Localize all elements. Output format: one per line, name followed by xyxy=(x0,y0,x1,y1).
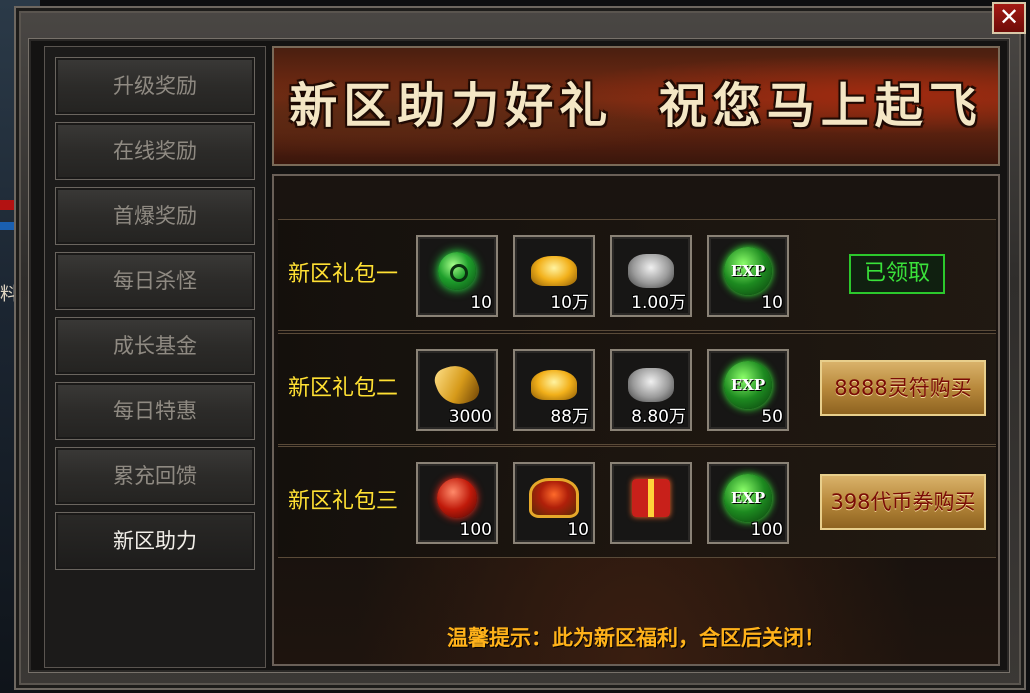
item-slot[interactable]: 100 xyxy=(416,462,498,544)
silver-ore-icon xyxy=(628,368,674,403)
gift-box-icon xyxy=(632,479,670,518)
sidebar-item-first-drop-reward[interactable]: 首爆奖励 xyxy=(55,187,255,245)
item-count: 88万 xyxy=(550,407,589,427)
item-slot[interactable]: 10 xyxy=(513,462,595,544)
red-orb-icon xyxy=(437,478,477,519)
buy-pack-2-button[interactable]: 8888灵符购买 xyxy=(820,360,986,416)
close-button[interactable]: ✕ xyxy=(992,2,1026,34)
item-count: 100 xyxy=(459,520,492,540)
item-slot[interactable]: EXP 100 xyxy=(707,462,789,544)
sidebar-item-daily-kill[interactable]: 每日杀怪 xyxy=(55,252,255,310)
item-slot[interactable]: 10万 xyxy=(513,235,595,317)
sidebar: 升级奖励 在线奖励 首爆奖励 每日杀怪 成长基金 每日特惠 累充回馈 新区助力 xyxy=(44,46,266,668)
item-count: 8.80万 xyxy=(631,407,686,427)
sidebar-item-growth-fund[interactable]: 成长基金 xyxy=(55,317,255,375)
exp-orb-icon: EXP xyxy=(724,361,772,410)
exp-orb-icon: EXP xyxy=(724,474,772,523)
warm-tip-text: 温馨提示：此为新区福利，合区后关闭！ xyxy=(447,626,825,650)
item-slot[interactable]: EXP 50 xyxy=(707,349,789,431)
banner: 新区助力好礼 祝您马上起飞 xyxy=(272,46,1000,166)
sidebar-item-new-server-boost[interactable]: 新区助力 xyxy=(55,512,255,570)
sidebar-item-recharge-reward[interactable]: 累充回馈 xyxy=(55,447,255,505)
sidebar-item-level-reward[interactable]: 升级奖励 xyxy=(55,57,255,115)
item-count: 10 xyxy=(470,293,492,313)
gold-ingot-icon xyxy=(531,256,577,287)
banner-title: 新区助力好礼 祝您马上起飞 xyxy=(289,78,983,134)
item-slot[interactable]: 10 xyxy=(416,235,498,317)
claimed-status: 已领取 xyxy=(849,254,945,294)
item-count: 3000 xyxy=(448,407,492,427)
pack-name: 新区礼包二 xyxy=(288,376,399,401)
item-count: 10 xyxy=(761,293,783,313)
gold-ingot-icon xyxy=(531,370,577,401)
treasure-chest-icon xyxy=(529,478,579,519)
item-slot[interactable] xyxy=(610,462,692,544)
exp-orb-icon: EXP xyxy=(724,247,772,296)
pack-name: 新区礼包一 xyxy=(288,262,399,287)
item-count: 50 xyxy=(761,407,783,427)
gold-scroll-icon xyxy=(431,359,483,411)
sidebar-item-online-reward[interactable]: 在线奖励 xyxy=(55,122,255,180)
item-count: 10 xyxy=(567,520,589,540)
item-slot[interactable]: 1.00万 xyxy=(610,235,692,317)
pack-name: 新区礼包三 xyxy=(288,489,399,514)
item-slot[interactable]: EXP 10 xyxy=(707,235,789,317)
buy-pack-3-button[interactable]: 398代币券购买 xyxy=(820,474,986,530)
item-slot[interactable]: 8.80万 xyxy=(610,349,692,431)
jade-orb-icon xyxy=(438,252,476,291)
item-slot[interactable]: 88万 xyxy=(513,349,595,431)
item-count: 100 xyxy=(750,520,783,540)
item-count: 10万 xyxy=(550,293,589,313)
sidebar-item-daily-deal[interactable]: 每日特惠 xyxy=(55,382,255,440)
item-count: 1.00万 xyxy=(631,293,686,313)
silver-ore-icon xyxy=(628,254,674,289)
item-slot[interactable]: 3000 xyxy=(416,349,498,431)
